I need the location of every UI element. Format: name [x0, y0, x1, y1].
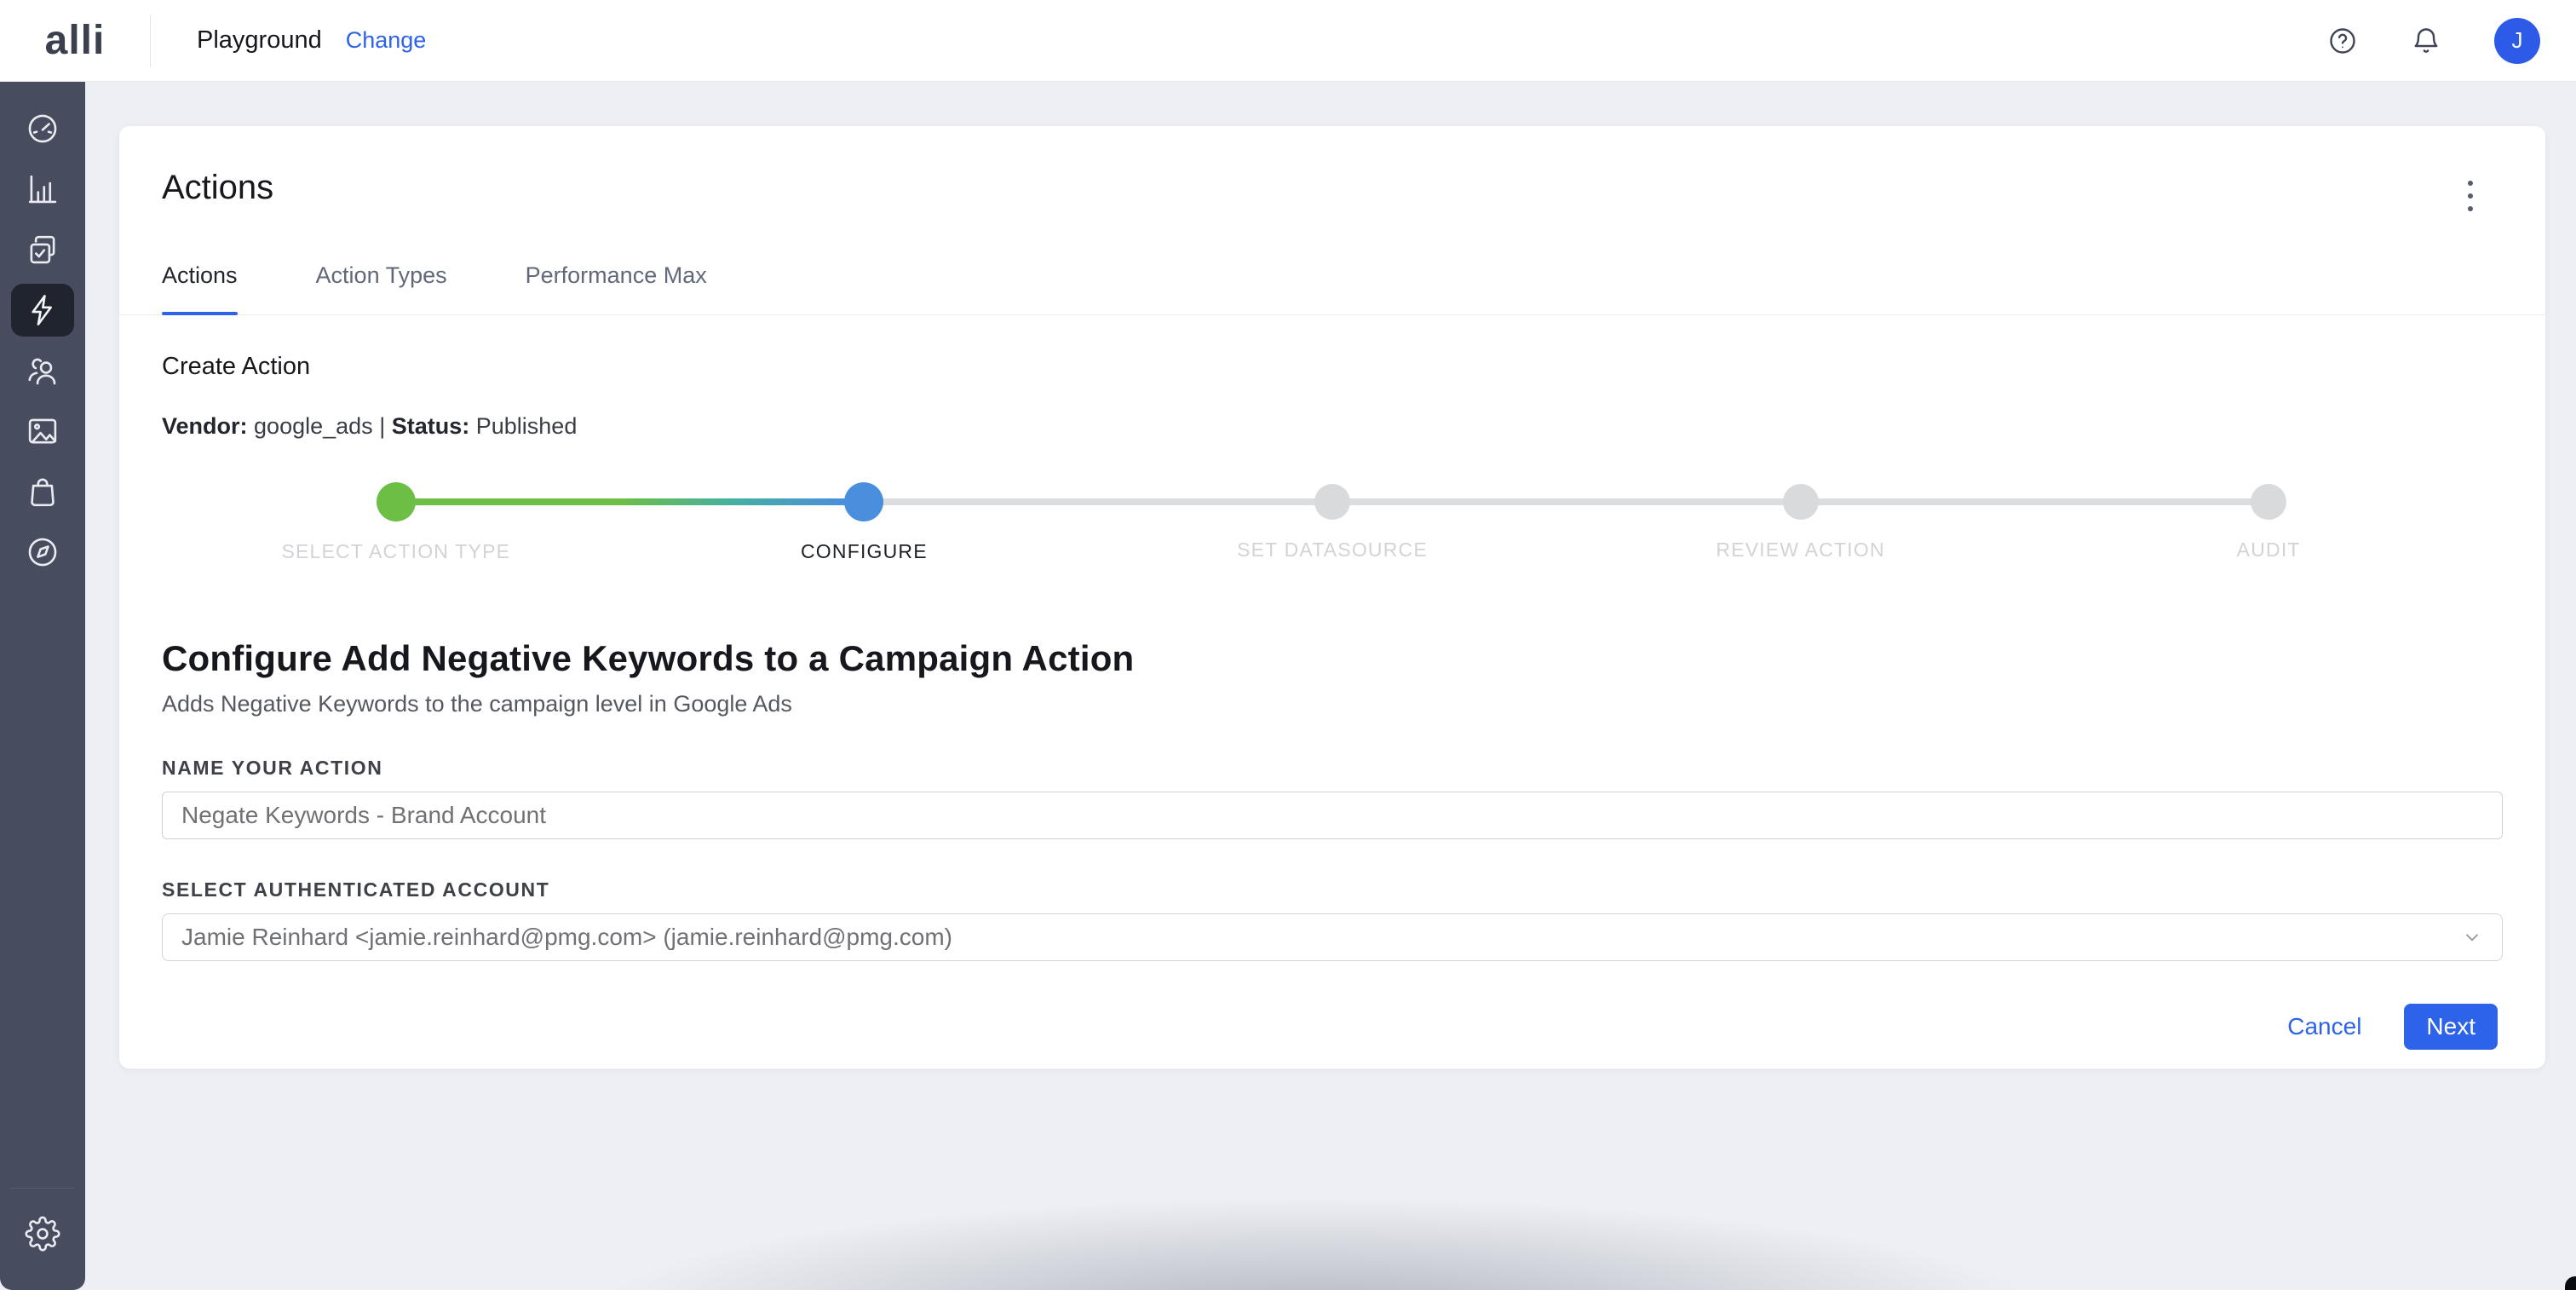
vendor-label: Vendor: [162, 413, 248, 439]
bar-chart-icon [25, 171, 60, 207]
gear-icon [25, 1216, 60, 1252]
step-dot-active [844, 482, 883, 521]
selected-account-value: Jamie Reinhard <jamie.reinhard@pmg.com> … [181, 924, 2461, 951]
chat-widget-corner[interactable] [2565, 1276, 2576, 1290]
meta-separator: | [379, 413, 385, 439]
image-icon [25, 413, 60, 449]
sidebar-footer [0, 1188, 85, 1290]
authenticated-account-label: SELECT AUTHENTICATED ACCOUNT [162, 878, 2503, 901]
cancel-button[interactable]: Cancel [2287, 1013, 2361, 1040]
sidebar-item-settings[interactable] [11, 1207, 74, 1260]
sidebar-item-creative[interactable] [11, 405, 74, 458]
sidebar-item-explore[interactable] [11, 526, 74, 579]
more-options-icon[interactable] [2453, 172, 2487, 220]
topbar: alli Playground Change J [0, 0, 2576, 82]
tab-action-types[interactable]: Action Types [316, 262, 447, 314]
topbar-divider [150, 14, 151, 67]
status-label: Status: [392, 413, 470, 439]
compass-icon [25, 534, 60, 570]
step-label: AUDIT [2237, 538, 2301, 561]
bottom-shadow [400, 1145, 2232, 1290]
users-icon [25, 353, 60, 389]
vendor-status-line: Vendor: google_ads | Status: Published [162, 413, 2503, 440]
clipboard-check-icon [25, 232, 60, 268]
sidebar-item-insights[interactable] [11, 163, 74, 216]
tab-performance-max[interactable]: Performance Max [526, 262, 707, 314]
step-configure[interactable]: CONFIGURE [630, 482, 1099, 563]
action-name-input[interactable] [162, 792, 2503, 839]
change-workspace-link[interactable]: Change [346, 27, 427, 54]
avatar[interactable]: J [2494, 18, 2540, 64]
step-review-action[interactable]: REVIEW ACTION [1567, 482, 2035, 563]
step-label: CONFIGURE [801, 540, 928, 563]
step-audit[interactable]: AUDIT [2034, 482, 2503, 563]
section-title: Create Action [162, 353, 2503, 381]
tab-bar: Actions Action Types Performance Max [119, 262, 2545, 315]
step-set-datasource[interactable]: SET DATASOURCE [1098, 482, 1567, 563]
actions-card: Actions Actions Action Types Performance… [119, 126, 2545, 1068]
form-subheading: Adds Negative Keywords to the campaign l… [162, 691, 2503, 717]
bell-icon[interactable] [2411, 26, 2441, 56]
step-dot-complete [377, 482, 416, 521]
step-dot-pending [1314, 484, 1350, 520]
form-footer: Cancel Next [162, 1004, 2503, 1050]
sidebar-item-shopping[interactable] [11, 465, 74, 518]
sidebar-item-actions[interactable] [11, 284, 74, 337]
sidebar-item-audiences[interactable] [11, 344, 74, 397]
app-logo: alli [0, 17, 150, 64]
stepper-steps: SELECT ACTION TYPE CONFIGURE SET DATASOU… [162, 482, 2503, 563]
status-value: Published [476, 413, 578, 439]
step-dot-pending [1783, 484, 1819, 520]
sidebar-item-dashboard[interactable] [11, 102, 74, 155]
shopping-bag-icon [25, 474, 60, 510]
gauge-icon [25, 111, 60, 147]
step-label: REVIEW ACTION [1716, 538, 1884, 561]
card-body: Create Action Vendor: google_ads | Statu… [119, 353, 2545, 1050]
sidebar [0, 82, 85, 1290]
card-header: Actions [119, 126, 2545, 220]
stepper: SELECT ACTION TYPE CONFIGURE SET DATASOU… [162, 482, 2503, 563]
authenticated-account-select[interactable]: Jamie Reinhard <jamie.reinhard@pmg.com> … [162, 913, 2503, 961]
tab-actions[interactable]: Actions [162, 262, 238, 314]
lightning-bolt-icon [25, 292, 60, 328]
workspace-name: Playground [197, 26, 322, 55]
form-heading: Configure Add Negative Keywords to a Cam… [162, 638, 2503, 679]
sidebar-item-tasks[interactable] [11, 223, 74, 276]
sidebar-nav [11, 102, 74, 586]
chevron-down-icon [2461, 926, 2483, 948]
step-label: SET DATASOURCE [1237, 538, 1428, 561]
step-label: SELECT ACTION TYPE [281, 540, 510, 563]
next-button[interactable]: Next [2404, 1004, 2498, 1050]
vendor-value: google_ads [254, 413, 373, 439]
help-icon[interactable] [2327, 26, 2358, 56]
page-title: Actions [162, 167, 273, 208]
name-action-label: NAME YOUR ACTION [162, 757, 2503, 780]
sidebar-footer-divider [10, 1188, 75, 1189]
step-select-action-type[interactable]: SELECT ACTION TYPE [162, 482, 630, 563]
step-dot-pending [2251, 484, 2286, 520]
